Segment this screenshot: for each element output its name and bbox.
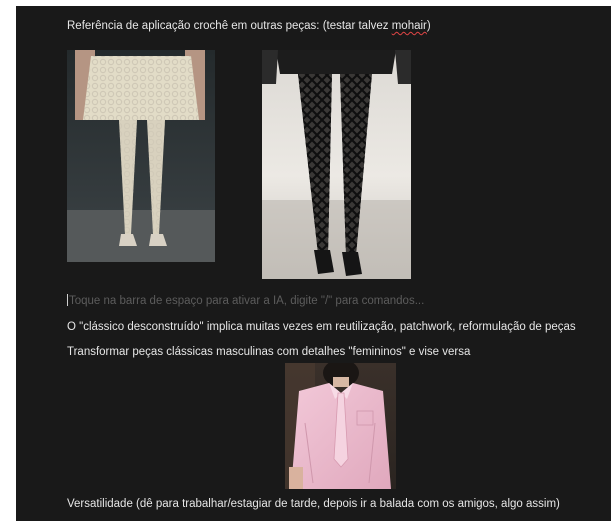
versatility-line[interactable]: Versatilidade (dê para trabalhar/estagia… — [67, 498, 560, 510]
editor-placeholder-line[interactable]: Toque na barra de espaço para ativar a I… — [67, 294, 424, 307]
deconstructed-classic-line[interactable]: O "clássico desconstruído" implica muita… — [67, 321, 576, 333]
crochet-reference-line[interactable]: Referência de aplicação crochê em outras… — [67, 20, 431, 32]
text-cursor — [67, 294, 68, 306]
cream-crochet-photo[interactable] — [67, 50, 215, 262]
black-crochet-tights-photo[interactable] — [262, 50, 411, 279]
pink-shirt-photo[interactable] — [285, 363, 396, 489]
crochet-reference-text: Referência de aplicação crochê em outras… — [67, 20, 392, 32]
ai-placeholder-text: Toque na barra de espaço para ativar a I… — [69, 295, 425, 307]
note-page: Referência de aplicação crochê em outras… — [16, 6, 611, 521]
menswear-details-line[interactable]: Transformar peças clássicas masculinas c… — [67, 346, 470, 358]
crochet-reference-suffix: ) — [426, 20, 431, 32]
spellcheck-flagged-word[interactable]: mohair — [392, 20, 427, 32]
